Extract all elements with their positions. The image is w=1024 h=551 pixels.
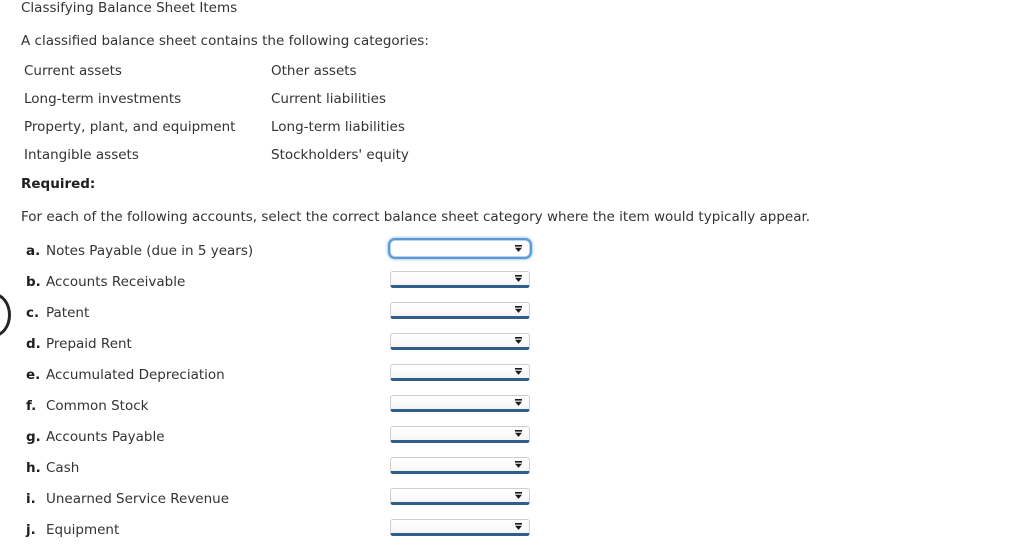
chevron-down-icon — [514, 522, 523, 531]
chevron-down-icon — [514, 244, 523, 253]
account-row: f. Common Stock — [0, 395, 1024, 426]
chevron-down-icon — [514, 398, 523, 407]
account-label: Accumulated Depreciation — [46, 367, 225, 383]
category-select-d[interactable] — [390, 333, 530, 350]
category-select-wrapper — [390, 333, 530, 350]
category-select-a[interactable] — [390, 240, 530, 257]
account-letter: a. — [26, 243, 41, 259]
category-select-f[interactable] — [390, 395, 530, 412]
intro-text: A classified balance sheet contains the … — [21, 33, 429, 49]
category-label-left: Intangible assets — [24, 147, 139, 163]
category-select-j[interactable] — [390, 519, 530, 536]
chevron-down-icon — [514, 305, 523, 314]
account-label: Prepaid Rent — [46, 336, 132, 352]
account-letter: b. — [26, 274, 41, 290]
category-select-e[interactable] — [390, 364, 530, 381]
page-title: Classifying Balance Sheet Items — [21, 0, 238, 16]
chevron-down-icon — [514, 274, 523, 283]
account-row: a. Notes Payable (due in 5 years) — [0, 240, 1024, 271]
category-select-wrapper — [390, 364, 530, 381]
category-select-h[interactable] — [390, 457, 530, 474]
account-row: c. Patent — [0, 302, 1024, 333]
category-row: Intangible assets Stockholders' equity — [24, 146, 624, 174]
account-label: Common Stock — [46, 398, 149, 414]
category-select-i[interactable] — [390, 488, 530, 505]
category-row: Long-term investments Current liabilities — [24, 90, 624, 118]
account-letter: c. — [26, 305, 40, 321]
chevron-down-icon — [514, 367, 523, 376]
account-row: i. Unearned Service Revenue — [0, 488, 1024, 519]
category-label-left: Property, plant, and equipment — [24, 119, 236, 135]
category-select-wrapper — [390, 271, 530, 288]
category-select-wrapper — [390, 488, 530, 505]
account-letter: i. — [26, 491, 36, 507]
category-select-wrapper — [390, 426, 530, 443]
category-select-c[interactable] — [390, 302, 530, 319]
account-letter: h. — [26, 460, 41, 476]
category-select-wrapper — [390, 395, 530, 412]
category-select-wrapper — [390, 240, 530, 257]
chevron-down-icon — [514, 336, 523, 345]
account-row: b. Accounts Receivable — [0, 271, 1024, 302]
category-row: Property, plant, and equipment Long-term … — [24, 118, 624, 146]
account-letter: j. — [26, 522, 36, 538]
account-label: Patent — [46, 305, 90, 321]
category-label-right: Other assets — [271, 63, 357, 79]
category-select-wrapper — [390, 457, 530, 474]
category-label-right: Current liabilities — [271, 91, 386, 107]
category-list: Current assets Other assets Long-term inve… — [24, 62, 624, 174]
category-label-right: Long-term liabilities — [271, 119, 405, 135]
account-row: g. Accounts Payable — [0, 426, 1024, 457]
account-row: h. Cash — [0, 457, 1024, 488]
category-row: Current assets Other assets — [24, 62, 624, 90]
account-letter: d. — [26, 336, 41, 352]
account-label: Cash — [46, 460, 80, 476]
chevron-down-icon — [514, 429, 523, 438]
account-label: Accounts Payable — [46, 429, 165, 445]
account-label: Accounts Receivable — [46, 274, 186, 290]
category-select-wrapper — [390, 519, 530, 536]
category-label-left: Long-term investments — [24, 91, 182, 107]
chevron-down-icon — [514, 491, 523, 500]
account-letter: g. — [26, 429, 41, 445]
category-select-g[interactable] — [390, 426, 530, 443]
account-row: d. Prepaid Rent — [0, 333, 1024, 364]
chevron-down-icon — [514, 460, 523, 469]
account-row: e. Accumulated Depreciation — [0, 364, 1024, 395]
account-list: a. Notes Payable (due in 5 years) b. Accoun… — [0, 240, 1024, 550]
category-select-b[interactable] — [390, 271, 530, 288]
worksheet-page: Classifying Balance Sheet Items A classi… — [0, 0, 1024, 551]
account-label: Unearned Service Revenue — [46, 491, 230, 507]
required-label: Required: — [21, 176, 96, 192]
category-label-right: Stockholders' equity — [271, 147, 409, 163]
account-label: Equipment — [46, 522, 120, 538]
account-letter: e. — [26, 367, 41, 383]
category-label-left: Current assets — [24, 63, 122, 79]
account-row: j. Equipment — [0, 519, 1024, 550]
account-letter: f. — [26, 398, 37, 414]
instruction-text: For each of the following accounts, sele… — [21, 209, 811, 225]
account-label: Notes Payable (due in 5 years) — [46, 243, 254, 259]
category-select-wrapper — [390, 302, 530, 319]
